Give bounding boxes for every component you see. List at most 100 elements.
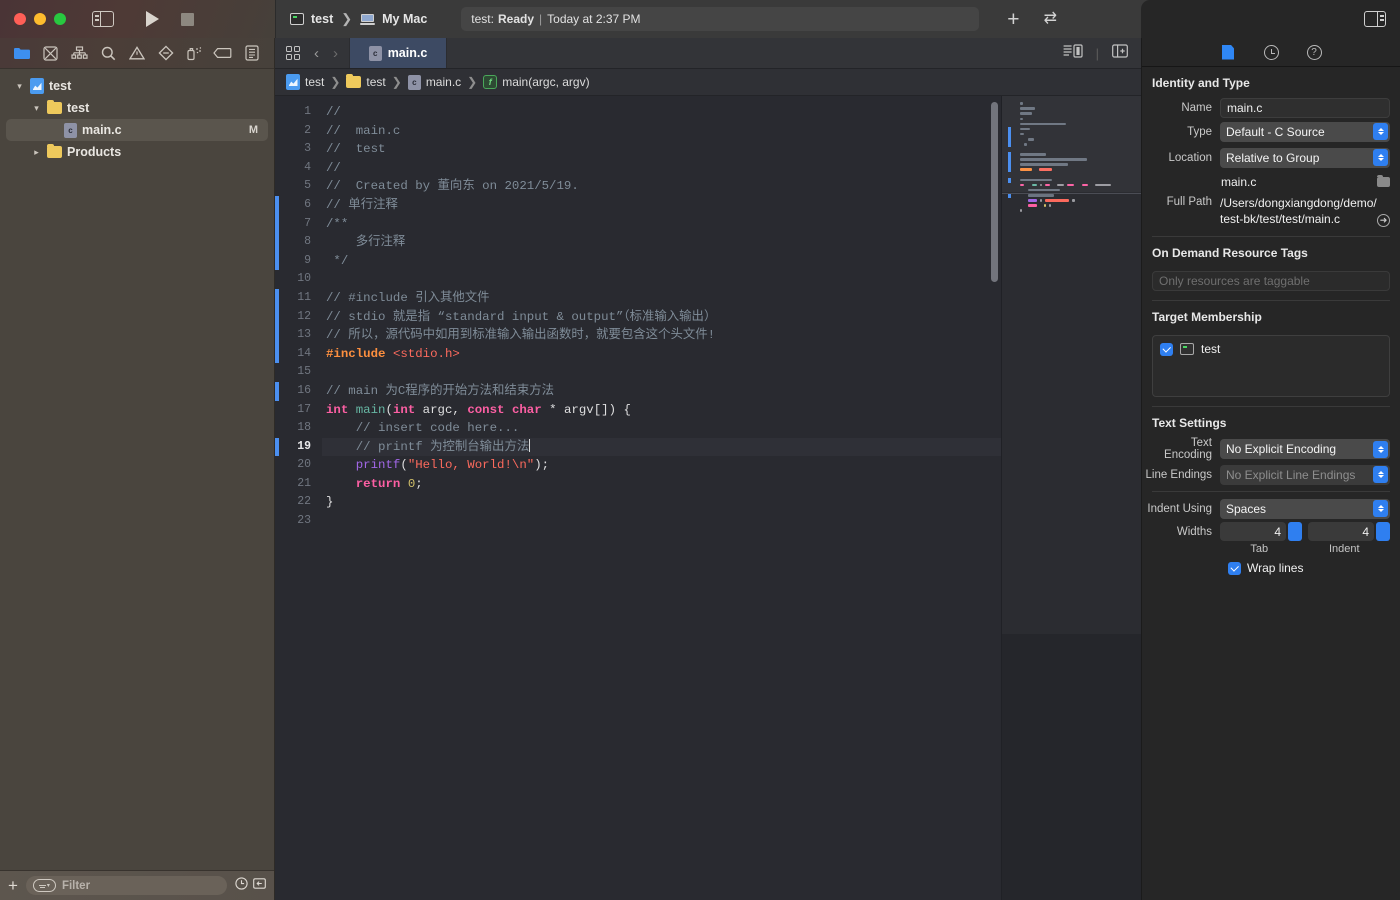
breadcrumb-item-group[interactable]: test [346,73,386,89]
reveal-in-finder-icon[interactable]: ➜ [1377,214,1390,227]
breadcrumb[interactable]: test ❯ test ❯ c main.c ❯ f main(argc, ar… [275,69,1141,96]
popup-stepper-icon[interactable] [1373,123,1388,140]
hierarchy-navigator-tab[interactable] [70,44,90,62]
name-input[interactable]: main.c [1220,97,1390,118]
disclosure-chevron-right-icon[interactable]: ▸ [31,147,42,158]
project-navigator-tab[interactable] [12,44,32,62]
change-indicator-bar[interactable] [275,382,279,401]
change-indicator-bar[interactable] [275,196,279,271]
stop-icon[interactable] [181,12,194,26]
quick-help-inspector-tab[interactable]: ? [1306,44,1323,61]
editor-minimap[interactable] [1001,96,1141,900]
tree-row-products[interactable]: ▸ Products [6,141,268,163]
code-line[interactable]: return 0; [322,475,1001,494]
code-line[interactable]: /** [322,215,1001,234]
issue-navigator-tab[interactable] [127,44,147,62]
tab-width-input[interactable]: 4 [1220,522,1286,541]
popup-stepper-icon[interactable] [1373,440,1388,458]
code-line[interactable]: // #include 引入其他文件 [322,289,1001,308]
minimize-window-button[interactable] [34,13,46,25]
tree-row-main-c[interactable]: c main.c M [6,119,268,141]
text-encoding-popup-button[interactable]: No Explicit Encoding [1220,439,1390,459]
code-line[interactable]: // stdio 就是指 “standard input & output”（标… [322,308,1001,327]
breadcrumb-item-symbol[interactable]: f main(argc, argv) [483,75,590,89]
code-line[interactable]: // Created by 董向东 on 2021/5/19. [322,177,1001,196]
code-line[interactable]: // insert code here... [322,419,1001,438]
line-number-gutter[interactable]: 1 2 3 4 5 6 7 8 9 10 11 12 13 14 15 16 17 18 19 20 21 22 23 [275,96,320,900]
close-window-button[interactable] [14,13,26,25]
editor-vertical-scrollbar[interactable] [991,102,998,282]
change-indicator-bar[interactable] [275,289,279,364]
code-line[interactable]: #include <stdio.h> [322,345,1001,364]
tab-overview-icon[interactable] [286,46,300,60]
on-demand-resource-tags-input[interactable]: Only resources are taggable [1152,271,1390,291]
code-line[interactable]: // 单行注释 [322,196,1001,215]
line-endings-popup-button[interactable]: No Explicit Line Endings [1220,464,1390,485]
popup-stepper-icon[interactable] [1373,466,1388,483]
source-code-text[interactable]: // // main.c // test // // Created by 董向东 on… [320,96,1001,900]
maximize-window-button[interactable] [54,13,66,25]
tree-row-project[interactable]: ▾ test [6,75,268,97]
breakpoint-navigator-tab[interactable] [213,44,233,62]
location-popup-button[interactable]: Relative to Group [1220,147,1390,168]
collapse-icon[interactable] [253,877,266,895]
indent-width-stepper[interactable] [1376,522,1390,541]
navigate-forward-icon[interactable]: › [333,46,338,61]
target-membership-list[interactable]: test [1152,335,1390,397]
code-line[interactable]: } [322,493,1001,512]
swap-arrows-icon[interactable]: ⇄ [1044,11,1057,27]
indent-using-popup-button[interactable]: Spaces [1220,498,1390,519]
report-navigator-tab[interactable] [242,44,262,62]
code-line[interactable] [322,363,1001,382]
file-inspector-tab[interactable] [1220,44,1237,61]
code-line[interactable] [322,270,1001,289]
history-inspector-tab[interactable] [1263,44,1280,61]
code-line[interactable]: // [322,159,1001,178]
filter-options-icon[interactable]: ▾ [32,879,56,892]
activity-view[interactable]: test: Ready | Today at 2:37 PM [461,7,980,31]
code-line[interactable]: printf("Hello, World!\n"); [322,456,1001,475]
wrap-lines-checkbox[interactable] [1228,561,1241,575]
editor-options-icon[interactable] [1063,43,1083,63]
test-navigator-tab[interactable] [156,44,176,62]
tab-width-stepper[interactable] [1288,522,1302,541]
target-membership-checkbox[interactable] [1160,342,1173,356]
code-line[interactable]: */ [322,252,1001,271]
add-editor-icon[interactable] [1112,43,1128,63]
disclosure-chevron-down-icon[interactable]: ▾ [31,103,42,114]
code-line[interactable]: // test [322,140,1001,159]
field-row-wrap-lines[interactable]: Wrap lines [1142,561,1400,575]
target-membership-row[interactable]: test [1160,342,1382,356]
source-editor[interactable]: 1 2 3 4 5 6 7 8 9 10 11 12 13 14 15 16 17 18 19 20 21 22 23 //… [275,96,1001,900]
code-line[interactable]: 多行注释 [322,233,1001,252]
disclosure-chevron-down-icon[interactable]: ▾ [14,81,25,92]
add-file-button[interactable]: + [8,877,18,894]
code-line[interactable]: int main(int argc, const char * argv[]) … [322,401,1001,420]
breadcrumb-item-file[interactable]: c main.c [407,74,461,90]
sidebar-toggle-icon[interactable] [92,11,114,27]
popup-stepper-icon[interactable] [1373,149,1388,166]
filter-input[interactable]: ▾ Filter [25,876,227,895]
code-line[interactable]: // printf 为控制台输出方法 [322,437,1001,457]
popup-stepper-icon[interactable] [1373,500,1388,517]
project-file-tree[interactable]: ▾ test ▾ test c main.c M ▸ Products [0,69,274,870]
debug-navigator-tab[interactable] [184,44,204,62]
source-control-navigator-tab[interactable] [41,44,61,62]
code-line[interactable]: // 所以，源代码中如用到标准输入输出函数时，就要包含这个头文件! [322,326,1001,345]
inspector-toggle-icon[interactable] [1364,11,1386,27]
code-line[interactable]: // main.c [322,122,1001,141]
code-line[interactable]: // [322,103,1001,122]
add-icon[interactable]: + [1007,9,1019,30]
run-icon[interactable] [146,11,159,27]
traffic-light-buttons[interactable] [14,13,66,25]
type-popup-button[interactable]: Default - C Source [1220,121,1390,142]
editor-tab-main-c[interactable]: c main.c [349,38,447,68]
tree-row-group[interactable]: ▾ test [6,97,268,119]
find-navigator-tab[interactable] [98,44,118,62]
navigate-back-icon[interactable]: ‹ [314,46,319,61]
scheme-selector[interactable]: test ❯ My Mac [290,11,427,27]
code-line[interactable] [322,512,1001,531]
breadcrumb-item-project[interactable]: test [286,74,324,90]
clock-icon[interactable] [235,876,248,895]
choose-folder-icon[interactable] [1377,174,1390,187]
